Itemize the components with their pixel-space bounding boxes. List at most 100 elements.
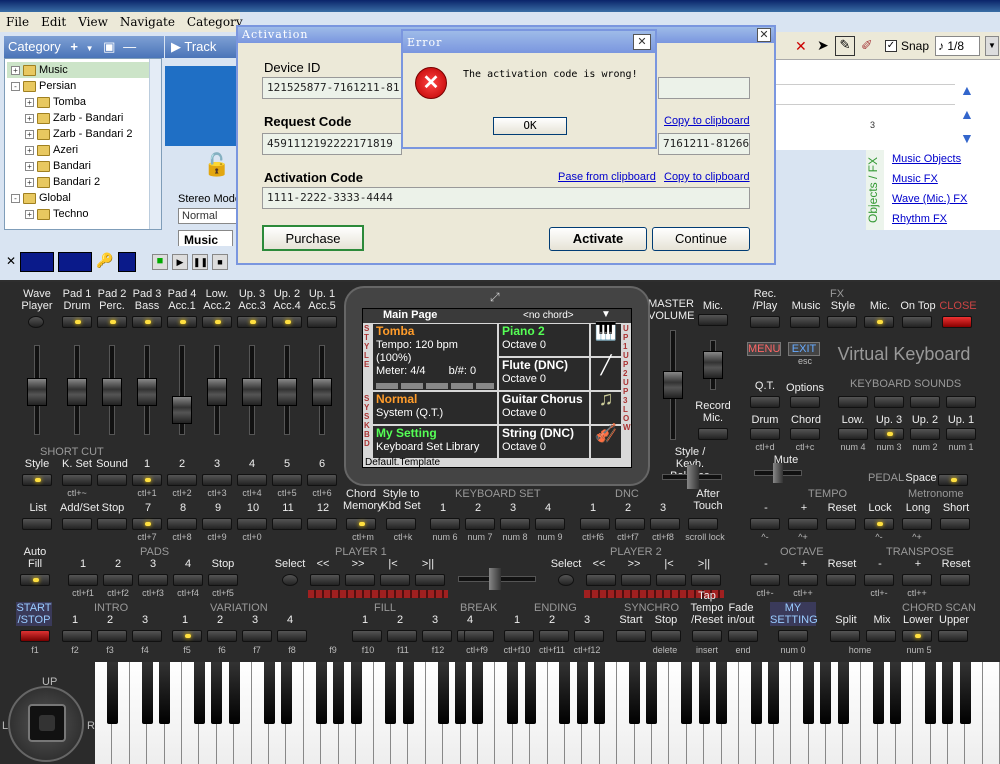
chord-scan-button[interactable] xyxy=(830,630,860,642)
stereo-mode-select[interactable]: Normal xyxy=(178,208,238,224)
record-button[interactable]: ■ xyxy=(152,254,168,270)
close-button[interactable] xyxy=(942,316,972,328)
fader-knob[interactable] xyxy=(27,378,47,406)
my-setting-button[interactable] xyxy=(778,630,808,642)
fill-button[interactable] xyxy=(387,630,417,642)
snap-checkbox[interactable]: ✓ xyxy=(885,40,897,52)
key-icon[interactable]: 🔑 xyxy=(96,252,113,269)
fx-button[interactable] xyxy=(790,316,820,328)
wave-player-button[interactable] xyxy=(28,316,44,328)
play-button[interactable]: ▶ xyxy=(172,254,188,270)
tree-scrollbar[interactable] xyxy=(149,59,161,229)
scroll-down-icon[interactable]: ▼ xyxy=(960,130,974,146)
black-key[interactable] xyxy=(559,662,571,724)
player1-transport-button[interactable] xyxy=(310,574,340,586)
fader-knob[interactable] xyxy=(312,378,332,406)
black-key[interactable] xyxy=(315,662,327,724)
shortcut-button[interactable] xyxy=(272,518,302,530)
expand-toggle-icon[interactable]: + xyxy=(25,113,34,123)
menu-edit[interactable]: Edit xyxy=(41,15,66,29)
black-key[interactable] xyxy=(402,662,414,724)
shortcut-button[interactable] xyxy=(237,518,267,530)
crossfader-knob[interactable] xyxy=(489,568,501,590)
style-kbd-button[interactable] xyxy=(386,518,416,530)
shortcut-button[interactable] xyxy=(272,474,302,486)
note-value-select[interactable]: ♪ 1/8 xyxy=(935,36,980,56)
channel-button[interactable] xyxy=(237,316,267,328)
black-key[interactable] xyxy=(437,662,449,724)
black-key[interactable] xyxy=(959,662,971,724)
black-key[interactable] xyxy=(924,662,936,724)
variation-button[interactable] xyxy=(207,630,237,642)
synchro-button[interactable] xyxy=(651,630,681,642)
variation-button[interactable] xyxy=(277,630,307,642)
black-key[interactable] xyxy=(750,662,762,724)
device-id-field[interactable]: 121525877-7161211-81 xyxy=(262,77,402,99)
record-mic-button[interactable] xyxy=(698,428,728,440)
balance-knob[interactable] xyxy=(687,465,699,489)
black-key[interactable] xyxy=(872,662,884,724)
copy-activation-link[interactable]: Copy to clipboard xyxy=(664,171,750,183)
pad-button[interactable] xyxy=(173,574,203,586)
pointer-icon[interactable]: ➤ xyxy=(817,37,829,54)
pad-button[interactable] xyxy=(138,574,168,586)
channel-button[interactable] xyxy=(307,316,337,328)
ending-button[interactable] xyxy=(539,630,569,642)
black-key[interactable] xyxy=(350,662,362,724)
fx-button[interactable] xyxy=(827,316,857,328)
mute-slider[interactable] xyxy=(754,463,802,483)
tempo-button[interactable] xyxy=(940,518,970,530)
tree-item[interactable]: + Zarb - Bandari 2 xyxy=(7,126,159,142)
black-key[interactable] xyxy=(193,662,205,724)
octave-button[interactable] xyxy=(864,574,894,586)
lcd-kbd-cell[interactable]: My Setting Keyboard Set Library xyxy=(373,426,497,458)
black-key[interactable] xyxy=(280,662,292,724)
lcd-sound2-cell[interactable]: Flute (DNC) Octave 0 xyxy=(499,358,589,390)
tree-item[interactable]: - Persian xyxy=(7,78,159,94)
tree-item[interactable]: + Music xyxy=(7,62,159,78)
player2-transport-button[interactable] xyxy=(621,574,651,586)
ending-button[interactable] xyxy=(504,630,534,642)
player2-transport-button[interactable] xyxy=(656,574,686,586)
chevron-down-icon[interactable]: ▼ xyxy=(985,36,999,56)
chord-scan-button[interactable] xyxy=(902,630,932,642)
black-key[interactable] xyxy=(524,662,536,724)
device-id-field-right[interactable] xyxy=(658,77,750,99)
channel-button[interactable] xyxy=(97,316,127,328)
octave-button[interactable] xyxy=(750,574,780,586)
shortcut-button[interactable] xyxy=(97,474,127,486)
fader-knob[interactable] xyxy=(242,378,262,406)
synchro-button[interactable] xyxy=(616,630,646,642)
keyboard-set-button[interactable] xyxy=(430,518,460,530)
tree-item[interactable]: + Azeri xyxy=(7,142,159,158)
keyboard-sound-preset[interactable] xyxy=(838,396,868,408)
activation-close-button[interactable]: ✕ xyxy=(757,28,771,42)
after-touch-button[interactable] xyxy=(688,518,718,530)
intro-button[interactable] xyxy=(97,630,127,642)
black-key[interactable] xyxy=(472,662,484,724)
qt-button[interactable] xyxy=(750,396,780,408)
tap-tempo-button[interactable] xyxy=(692,630,722,642)
dnc-button[interactable] xyxy=(650,518,680,530)
chord-button[interactable] xyxy=(790,428,820,440)
pad-button[interactable] xyxy=(208,574,238,586)
lcd-sound1-cell[interactable]: Piano 2 Octave 0 xyxy=(499,324,589,356)
tree-item[interactable]: + Tomba xyxy=(7,94,159,110)
fill-button[interactable] xyxy=(352,630,382,642)
black-key[interactable] xyxy=(385,662,397,724)
mute-knob[interactable] xyxy=(773,463,783,483)
lcd-variation-cell[interactable]: Normal System (Q.T.) xyxy=(373,392,497,424)
add-icon[interactable]: + xyxy=(70,39,78,54)
black-key[interactable] xyxy=(576,662,588,724)
mute-icon[interactable]: ✕ xyxy=(795,38,807,55)
shortcut-button[interactable] xyxy=(132,474,162,486)
break-button[interactable] xyxy=(464,630,494,642)
fader-knob[interactable] xyxy=(172,396,192,424)
objects-fx-tab[interactable]: Objects / FX xyxy=(866,150,884,230)
tempo-button[interactable] xyxy=(864,518,894,530)
player-crossfader[interactable] xyxy=(458,568,536,590)
channel-fader[interactable] xyxy=(207,345,227,435)
black-key[interactable] xyxy=(716,662,728,724)
black-key[interactable] xyxy=(681,662,693,724)
keyboard-sound-button[interactable] xyxy=(910,428,940,440)
